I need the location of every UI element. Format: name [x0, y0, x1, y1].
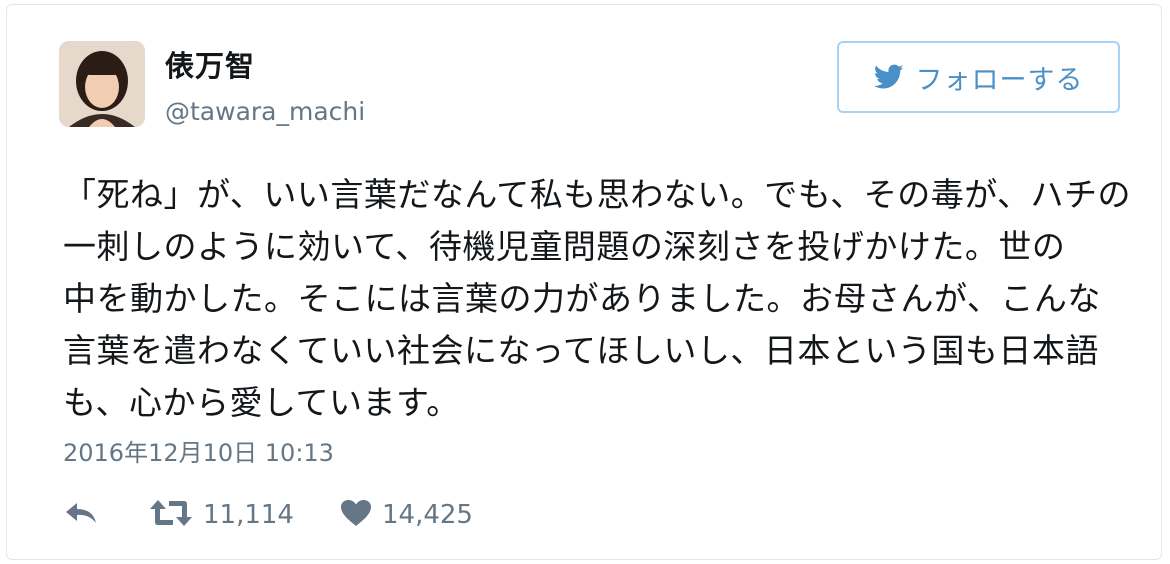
tweet-timestamp[interactable]: 2016年12月10日 10:13 [63, 433, 334, 468]
twitter-bird-icon [873, 64, 904, 90]
tweet-card: 俵万智 @tawara_machi フォローする 「死ね」が、いい言葉だなんて私… [6, 4, 1162, 560]
reply-button[interactable] [63, 499, 99, 531]
screen-name[interactable]: @tawara_machi [165, 97, 365, 126]
tweet-actions: 11,114 14,425 [63, 495, 473, 535]
tweet-text: 「死ね」が、いい言葉だなんて私も思わない。でも、その毒が、ハチの 一刺しのように… [63, 169, 1132, 429]
like-count: 14,425 [381, 500, 473, 530]
avatar[interactable] [59, 41, 145, 127]
follow-button-label: フォローする [915, 64, 1084, 96]
retweet-icon [149, 498, 193, 532]
tweet-text-line: 中を動かした。そこには言葉の力がありました。お母さんが、こんな [63, 279, 1101, 318]
like-button[interactable]: 14,425 [340, 499, 473, 531]
tweet-text-line: 言葉を遣わなくていい社会になってほしいし、日本という国も日本語 [63, 331, 1099, 370]
follow-button[interactable]: フォローする [837, 41, 1120, 113]
avatar-image [59, 41, 145, 127]
tweet-text-line: 「死ね」が、いい言葉だなんて私も思わない。でも、その毒が、ハチの [63, 175, 1132, 214]
tweet-text-line: 一刺しのように効いて、待機児童問題の深刻さを投げかけた。世の [63, 227, 1066, 266]
retweet-count: 11,114 [203, 500, 294, 530]
tweet-text-line: も、心から愛しています。 [63, 383, 460, 422]
heart-icon [340, 499, 372, 531]
reply-icon [63, 499, 99, 531]
retweet-button[interactable]: 11,114 [149, 498, 294, 532]
display-name[interactable]: 俵万智 [165, 43, 255, 85]
